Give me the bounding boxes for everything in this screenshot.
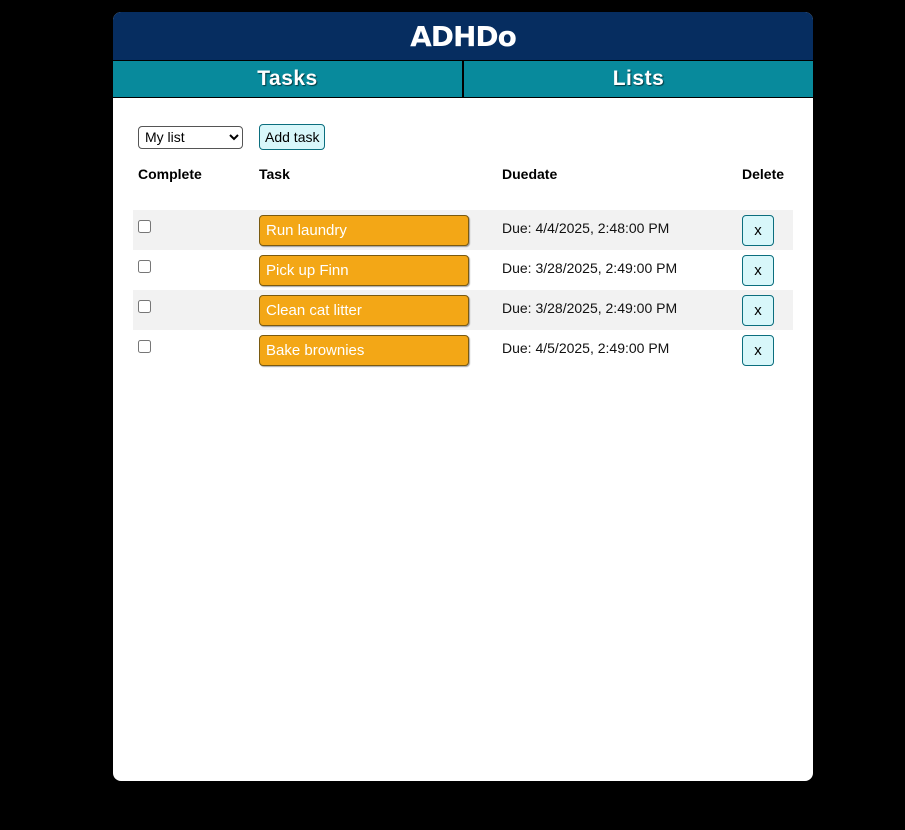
due-date: Due: 3/28/2025, 2:49:00 PM (502, 260, 678, 276)
due-date: Due: 4/4/2025, 2:48:00 PM (502, 220, 670, 236)
header-duedate: Duedate (502, 166, 558, 182)
due-date: Due: 3/28/2025, 2:49:00 PM (502, 300, 678, 316)
delete-button[interactable]: x (742, 335, 774, 366)
delete-button[interactable]: x (742, 295, 774, 326)
table-row: Clean cat litter Due: 3/28/2025, 2:49:00… (133, 290, 793, 330)
complete-checkbox[interactable] (138, 300, 151, 313)
due-date: Due: 4/5/2025, 2:49:00 PM (502, 340, 670, 356)
delete-button[interactable]: x (742, 255, 774, 286)
complete-checkbox[interactable] (138, 220, 151, 233)
task-button[interactable]: Clean cat litter (259, 295, 469, 326)
app-window: ADHDo Tasks Lists My list Add task Compl… (113, 12, 813, 781)
task-button[interactable]: Run laundry (259, 215, 469, 246)
header-complete: Complete (138, 166, 202, 182)
table-row: Pick up Finn Due: 3/28/2025, 2:49:00 PM … (133, 250, 793, 290)
task-button[interactable]: Pick up Finn (259, 255, 469, 286)
app-header: ADHDo (113, 12, 813, 60)
list-select[interactable]: My list (138, 125, 243, 149)
header-task: Task (259, 166, 290, 182)
tab-tasks[interactable]: Tasks (113, 61, 462, 97)
complete-checkbox[interactable] (138, 340, 151, 353)
complete-checkbox[interactable] (138, 260, 151, 273)
tab-bar: Tasks Lists (113, 60, 813, 98)
delete-button[interactable]: x (742, 215, 774, 246)
task-button[interactable]: Bake brownies (259, 335, 469, 366)
add-task-button[interactable]: Add task (259, 124, 326, 150)
task-table: Complete Task Duedate Delete Run laundry… (133, 162, 793, 370)
header-delete: Delete (742, 166, 785, 182)
tab-lists[interactable]: Lists (462, 61, 813, 97)
table-row: Bake brownies Due: 4/5/2025, 2:49:00 PM … (133, 330, 793, 370)
app-logo: ADHDo (410, 19, 517, 53)
task-controls: My list Add task (138, 124, 326, 150)
table-row: Run laundry Due: 4/4/2025, 2:48:00 PM x (133, 210, 793, 250)
table-header: Complete Task Duedate Delete (133, 162, 793, 186)
